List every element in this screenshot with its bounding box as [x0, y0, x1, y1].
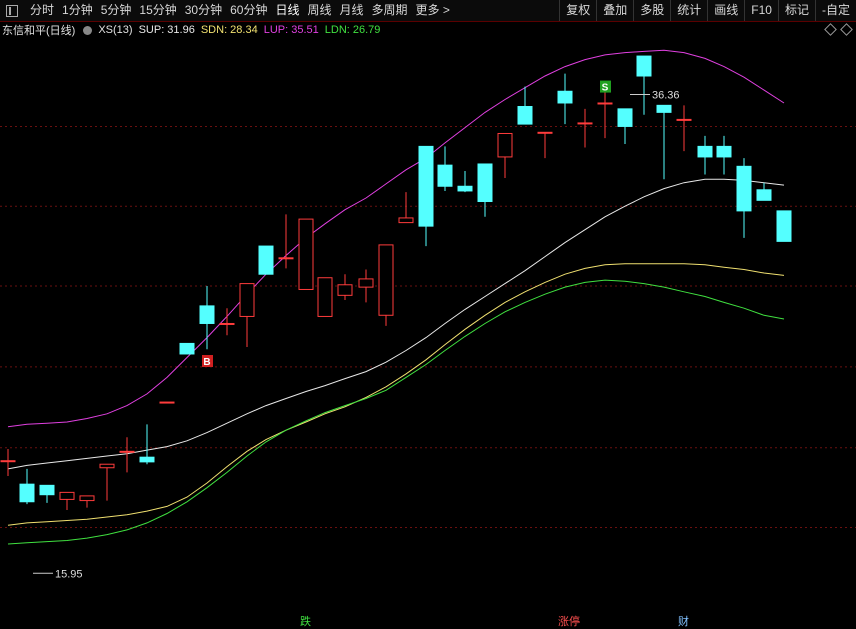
candle-body-31	[617, 108, 633, 127]
sdn-line	[7, 263, 785, 526]
candle-body-25	[497, 132, 513, 158]
candle-body-9	[179, 342, 195, 355]
candle-body-15	[298, 218, 314, 290]
candle-body-4	[79, 495, 95, 502]
signal-label-0: B	[203, 357, 210, 368]
period-tab-6[interactable]: 日线	[271, 0, 303, 21]
toolbar-button-1[interactable]: 叠加	[596, 0, 633, 21]
period-tabs: 分时 1分钟 5分钟 15分钟 30分钟 60分钟 日线 周线 月线 多周期 更多 >	[26, 0, 454, 21]
annotation-label-0: 36.36	[652, 90, 680, 102]
period-tab-7[interactable]: 周线	[303, 0, 335, 21]
toolbar-button-4[interactable]: 画线	[707, 0, 744, 21]
ldn-value: LDN: 26.79	[324, 24, 381, 36]
toolbar-button-6[interactable]: 标记	[777, 0, 815, 21]
lup-value: LUP: 35.51	[263, 24, 319, 36]
ldn-line	[7, 279, 785, 545]
event-mark-down[interactable]: 跌	[300, 613, 311, 629]
candle-body-26	[517, 106, 533, 125]
candle-body-21	[418, 145, 434, 227]
candle-body-34	[676, 118, 692, 121]
candle-body-3	[59, 491, 75, 500]
event-mark-limit-up[interactable]: 涨停	[558, 613, 580, 629]
candle-body-7	[139, 456, 155, 463]
candle-body-35	[697, 145, 713, 158]
period-tab-4[interactable]: 30分钟	[181, 0, 226, 21]
period-tab-5[interactable]: 60分钟	[226, 0, 271, 21]
toolbar-right-buttons: 复权 叠加 多股 统计 画线 F10 标记 -自定	[559, 0, 856, 21]
candle-body-36	[716, 145, 732, 158]
toolbar-button-7[interactable]: -自定	[815, 0, 856, 21]
sup-value: SUP: 31.96	[138, 24, 195, 36]
candle-body-38	[756, 189, 772, 201]
candle-body-20	[398, 217, 414, 224]
candlestick-chart[interactable]: 36.36 15.95 B S	[0, 38, 856, 612]
toolbar-button-3[interactable]: 统计	[670, 0, 707, 21]
candle-body-37	[736, 165, 752, 212]
period-tab-10[interactable]: 更多 >	[412, 0, 454, 21]
candle-body-18	[358, 278, 374, 288]
candle-body-1	[19, 483, 35, 503]
sdn-value: SDN: 28.34	[200, 24, 258, 36]
candle-body-17	[337, 284, 353, 296]
candle-body-0	[0, 460, 16, 463]
candle-body-19	[378, 244, 394, 316]
event-mark-finance[interactable]: 财	[678, 613, 689, 629]
diamond-icon-2[interactable]	[840, 23, 853, 36]
candle-body-33	[656, 104, 672, 113]
period-tab-1[interactable]: 1分钟	[58, 0, 97, 21]
candle-body-30	[597, 102, 613, 105]
indicator-info-bar: 东信和平(日线) XS(13) SUP: 31.96 SDN: 28.34 LU…	[0, 22, 856, 38]
candle-body-22	[437, 164, 453, 187]
candle-body-2	[39, 484, 55, 496]
period-tab-3[interactable]: 15分钟	[135, 0, 180, 21]
menu-icon[interactable]	[6, 4, 18, 17]
period-tab-2[interactable]: 5分钟	[97, 0, 136, 21]
period-tab-8[interactable]: 月线	[336, 0, 368, 21]
bottom-event-bar: 跌 涨停 财	[0, 612, 856, 628]
sup-line	[7, 178, 785, 470]
candle-body-29	[577, 122, 593, 125]
toolbar-button-2[interactable]: 多股	[633, 0, 670, 21]
candle-body-6	[119, 450, 135, 453]
period-tab-9[interactable]: 多周期	[368, 0, 412, 21]
candle-body-10	[199, 305, 215, 324]
candle-body-39	[776, 210, 792, 242]
annotation-label-1: 15.95	[55, 568, 83, 580]
candle-body-16	[317, 277, 333, 317]
candle-body-11	[219, 322, 235, 325]
candle-body-12	[239, 283, 255, 317]
candle-body-28	[557, 90, 573, 104]
candle-body-14	[278, 257, 294, 260]
diamond-icon[interactable]	[824, 23, 837, 36]
indicator-settings-icon[interactable]	[83, 25, 93, 35]
candle-body-23	[457, 185, 473, 192]
toolbar-button-5[interactable]: F10	[744, 0, 778, 21]
candle-body-24	[477, 163, 493, 203]
candle-body-27	[537, 131, 553, 134]
period-tab-0[interactable]: 分时	[26, 0, 58, 21]
candle-body-13	[258, 245, 274, 275]
candle-body-32	[636, 55, 652, 77]
signal-label-1: S	[602, 83, 609, 94]
indicator-name[interactable]: XS(13)	[98, 24, 132, 36]
candle-body-5	[99, 463, 115, 469]
candle-body-8	[159, 401, 175, 404]
toolbar: 分时 1分钟 5分钟 15分钟 30分钟 60分钟 日线 周线 月线 多周期 更多 > 复权 叠加 多股…	[0, 0, 856, 22]
toolbar-button-0[interactable]: 复权	[559, 0, 596, 21]
stock-title: 东信和平(日线)	[2, 25, 76, 37]
